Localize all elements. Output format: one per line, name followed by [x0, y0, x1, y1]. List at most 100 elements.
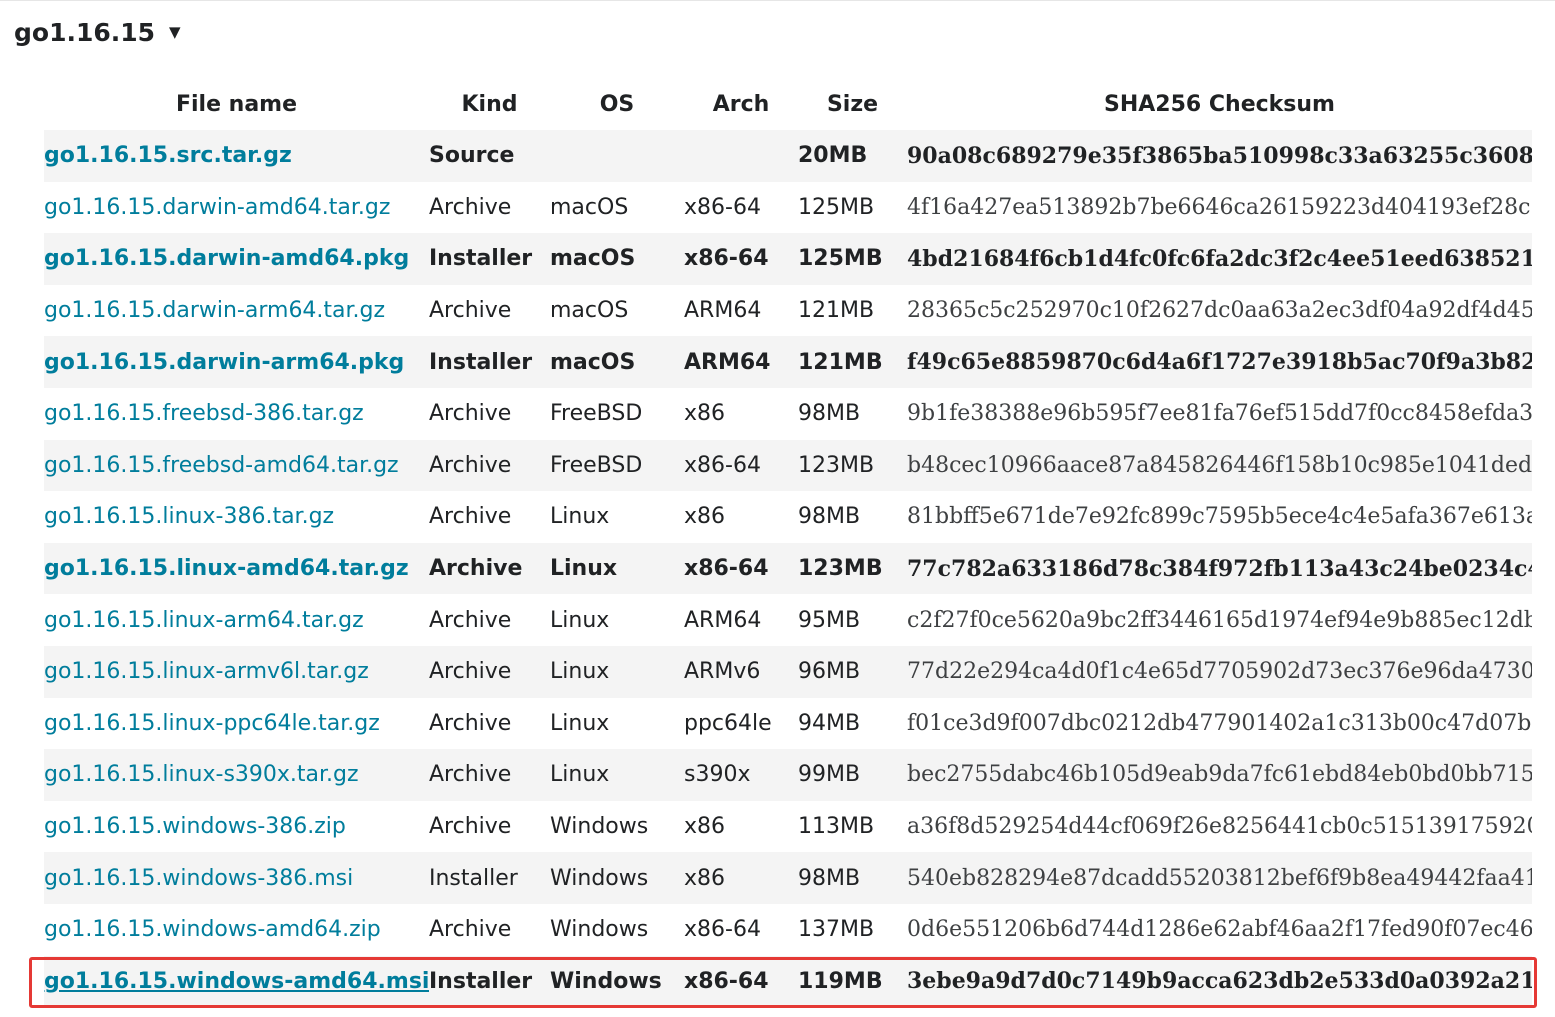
os-cell: macOS — [550, 246, 636, 272]
sha256-cell: 28365c5c252970c10f2627dc0aa63a2ec3df04a9… — [907, 298, 1532, 324]
column-header-kind: Kind — [461, 92, 518, 117]
download-link[interactable]: go1.16.15.windows-386.zip — [44, 814, 346, 839]
file-name-cell: go1.16.15.linux-386.tar.gz — [44, 491, 429, 543]
table-row: go1.16.15.darwin-arm64.pkg Installer macOS… — [44, 336, 1532, 388]
column-header-file-name: File name — [175, 92, 298, 117]
size-cell: 125MB — [798, 194, 875, 220]
size-cell: 98MB — [798, 504, 861, 530]
kind-cell: Archive — [429, 504, 512, 530]
arch-cell: x86 — [684, 865, 726, 891]
table-row: go1.16.15.linux-armv6l.tar.gz Archive Linu… — [44, 645, 1532, 698]
table-row: go1.16.15.linux-amd64.tar.gz Archive Linux… — [44, 542, 1532, 595]
kind-cell: Archive — [429, 710, 512, 736]
top-divider — [0, 0, 1555, 1]
table-row: go1.16.15.windows-amd64.msi Installer Wind… — [44, 955, 1532, 1008]
table-row: go1.16.15.linux-386.tar.gz Archive Linux x8… — [44, 491, 1532, 543]
sha256-cell: 77d22e294ca4d0f1c4e65d7705902d73ec376e96… — [907, 659, 1532, 685]
kind-cell: Installer — [429, 865, 518, 891]
table-row: go1.16.15.windows-386.msi Installer Window… — [44, 852, 1532, 904]
kind-cell: Source — [429, 143, 515, 169]
download-link[interactable]: go1.16.15.linux-386.tar.gz — [44, 504, 334, 529]
arch-cell: ARMv6 — [684, 659, 761, 685]
arch-cell: ppc64le — [684, 710, 772, 736]
kind-cell: Archive — [429, 194, 512, 220]
kind-cell: Installer — [429, 968, 533, 994]
download-link[interactable]: go1.16.15.freebsd-386.tar.gz — [44, 401, 364, 426]
column-header-sha256-checksum: SHA256 Checksum — [1104, 92, 1335, 117]
size-cell: 137MB — [798, 917, 875, 943]
size-cell: 123MB — [798, 556, 883, 582]
size-cell: 119MB — [798, 968, 883, 994]
download-link[interactable]: go1.16.15.src.tar.gz — [44, 143, 292, 168]
download-link[interactable]: go1.16.15.darwin-amd64.tar.gz — [44, 195, 390, 220]
sha256-cell: 77c782a633186d78c384f972fb113a43c24be023… — [907, 555, 1532, 582]
download-link[interactable]: go1.16.15.windows-amd64.msi — [44, 969, 429, 994]
os-cell: Linux — [550, 659, 610, 685]
download-link[interactable]: go1.16.15.freebsd-amd64.tar.gz — [44, 453, 399, 478]
arch-cell: x86-64 — [684, 452, 761, 478]
table-row: go1.16.15.linux-ppc64le.tar.gz Archive Lin… — [44, 697, 1532, 750]
file-name-cell: go1.16.15.windows-386.msi — [44, 852, 429, 904]
file-name-cell: go1.16.15.linux-amd64.tar.gz — [44, 543, 429, 595]
download-link[interactable]: go1.16.15.linux-arm64.tar.gz — [44, 608, 364, 633]
size-cell: 121MB — [798, 349, 883, 375]
sha256-cell: 81bbff5e671de7e92fc899c7595b5ece4c4e5afa… — [907, 504, 1532, 530]
arch-cell: x86-64 — [684, 194, 761, 220]
table-row: go1.16.15.freebsd-386.tar.gz Archive FreeB… — [44, 387, 1532, 440]
file-name-cell: go1.16.15.freebsd-amd64.tar.gz — [44, 440, 429, 492]
table-row: go1.16.15.darwin-arm64.tar.gz Archive macO… — [44, 284, 1532, 337]
downloads-table: File name Kind OS Arch Size SHA256 Check… — [44, 79, 1532, 1008]
kind-cell: Archive — [429, 298, 512, 324]
download-link[interactable]: go1.16.15.darwin-arm64.pkg — [44, 350, 404, 375]
sha256-cell: 9b1fe38388e96b595f7ee81fa76ef515dd7f0cc8… — [907, 401, 1532, 427]
download-link[interactable]: go1.16.15.darwin-amd64.pkg — [44, 246, 409, 271]
file-name-cell: go1.16.15.linux-s390x.tar.gz — [44, 749, 429, 801]
column-header-arch: Arch — [712, 92, 770, 117]
download-link[interactable]: go1.16.15.linux-ppc64le.tar.gz — [44, 711, 380, 736]
arch-cell: x86-64 — [684, 968, 769, 994]
arch-cell: s390x — [684, 762, 751, 788]
file-name-cell: go1.16.15.darwin-amd64.pkg — [44, 233, 429, 285]
arch-cell: x86-64 — [684, 917, 761, 943]
size-cell: 95MB — [798, 607, 861, 633]
kind-cell: Archive — [429, 917, 512, 943]
download-link[interactable]: go1.16.15.windows-386.msi — [44, 866, 353, 891]
sha256-cell: 90a08c689279e35f3865ba510998c33a63255c36… — [907, 142, 1532, 169]
os-cell: Linux — [550, 556, 618, 582]
file-name-cell: go1.16.15.linux-ppc64le.tar.gz — [44, 698, 429, 750]
version-toggle[interactable]: go1.16.15 ▼ — [14, 18, 181, 47]
download-link[interactable]: go1.16.15.linux-amd64.tar.gz — [44, 556, 409, 581]
download-link[interactable]: go1.16.15.linux-s390x.tar.gz — [44, 762, 359, 787]
os-cell: Linux — [550, 710, 610, 736]
file-name-cell: go1.16.15.darwin-amd64.tar.gz — [44, 182, 429, 234]
kind-cell: Archive — [429, 762, 512, 788]
size-cell: 94MB — [798, 710, 861, 736]
arch-cell: ARM64 — [684, 298, 762, 324]
os-cell: Windows — [550, 814, 649, 840]
os-cell: macOS — [550, 194, 629, 220]
os-cell: Linux — [550, 504, 610, 530]
kind-cell: Archive — [429, 401, 512, 427]
os-cell: Linux — [550, 762, 610, 788]
file-name-cell: go1.16.15.src.tar.gz — [44, 130, 429, 182]
download-link[interactable]: go1.16.15.darwin-arm64.tar.gz — [44, 298, 385, 323]
sha256-cell: 0d6e551206b6d744d1286e62abf46aa2f17fed90… — [907, 917, 1532, 943]
os-cell: Windows — [550, 865, 649, 891]
kind-cell: Archive — [429, 556, 523, 582]
kind-cell: Archive — [429, 452, 512, 478]
download-link[interactable]: go1.16.15.windows-amd64.zip — [44, 917, 381, 942]
size-cell: 123MB — [798, 452, 875, 478]
table-row: go1.16.15.linux-arm64.tar.gz Archive Linux… — [44, 594, 1532, 646]
sha256-cell: 3ebe9a9d7d0c7149b9acca623db2e533d0a0392a… — [907, 968, 1532, 995]
table-row: go1.16.15.freebsd-amd64.tar.gz Archive Fre… — [44, 439, 1532, 492]
download-link[interactable]: go1.16.15.linux-armv6l.tar.gz — [44, 659, 369, 684]
os-cell: FreeBSD — [550, 452, 643, 478]
size-cell: 20MB — [798, 143, 868, 169]
sha256-cell: bec2755dabc46b105d9eab9da7fc61ebd84eb0bd… — [907, 762, 1532, 788]
kind-cell: Installer — [429, 349, 533, 375]
kind-cell: Archive — [429, 607, 512, 633]
os-cell: macOS — [550, 298, 629, 324]
file-name-cell: go1.16.15.linux-arm64.tar.gz — [44, 594, 429, 646]
arch-cell: x86 — [684, 401, 726, 427]
sha256-cell: c2f27f0ce5620a9bc2ff3446165d1974ef94e9b8… — [907, 607, 1532, 633]
